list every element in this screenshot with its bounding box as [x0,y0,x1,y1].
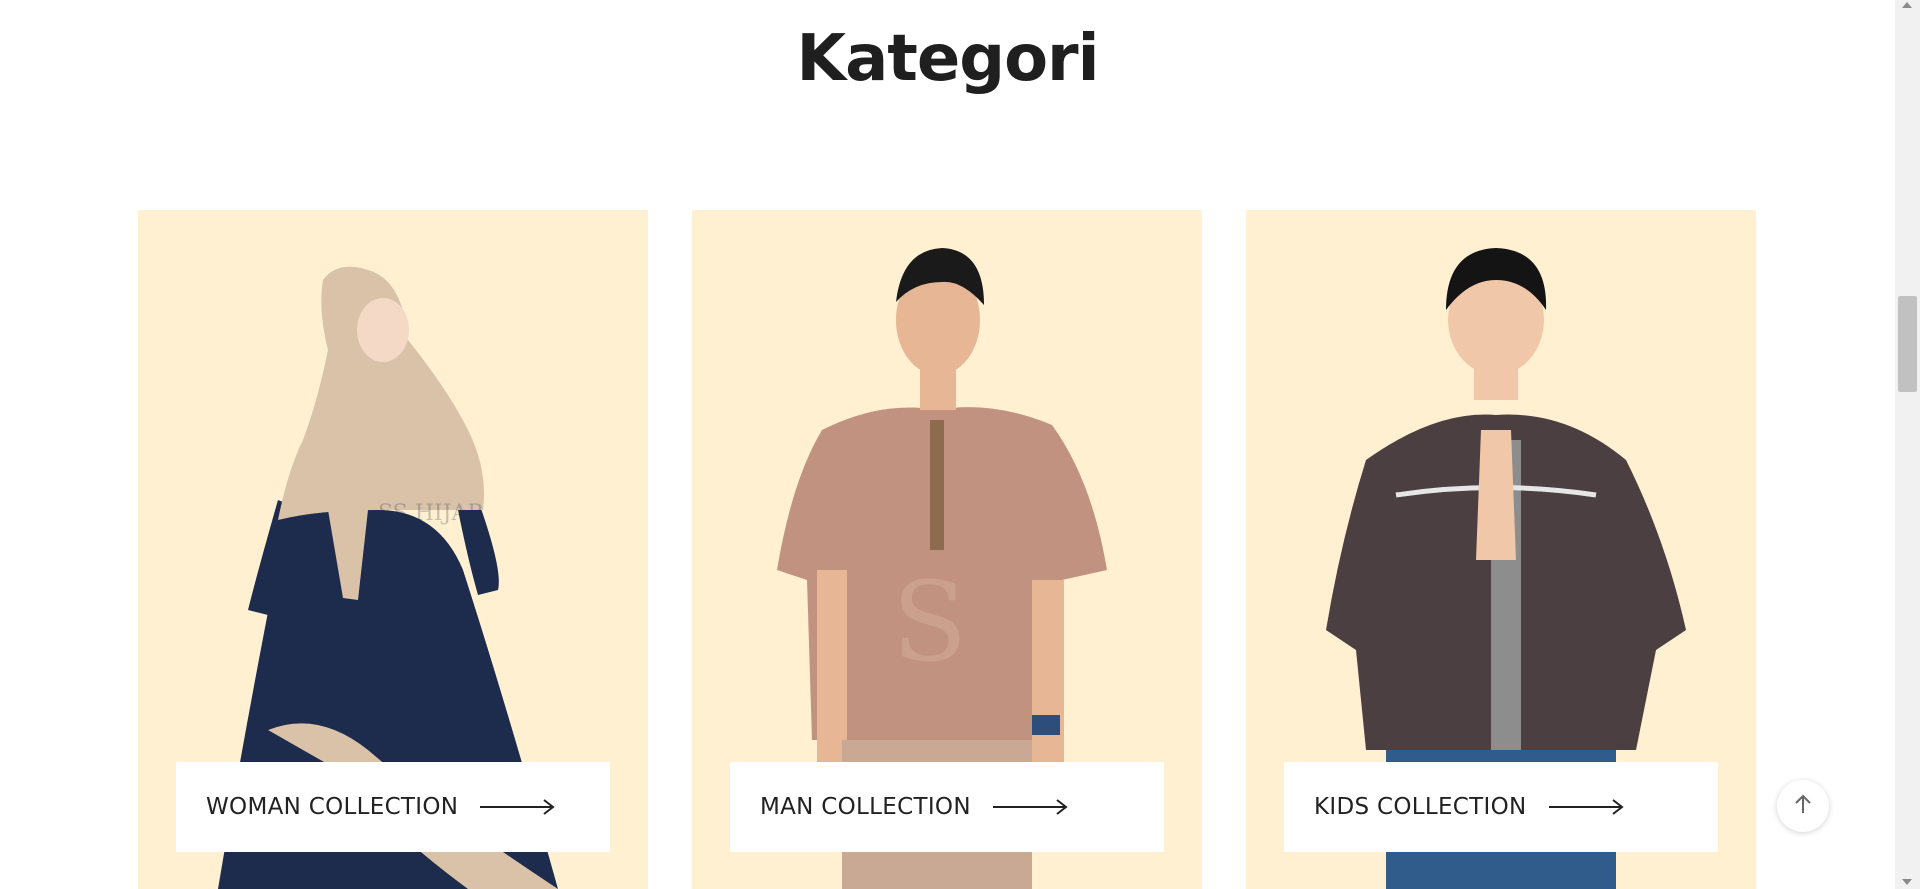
section-title: Kategori [796,22,1099,96]
page: Kategori SS HIJAB WOMAN COLLECTION S MAN… [0,0,1895,889]
vertical-scrollbar[interactable] [1895,0,1920,889]
woman-collection-label: WOMAN COLLECTION [206,794,459,820]
back-to-top-button[interactable] [1777,780,1829,832]
svg-text:SS HIJAB: SS HIJAB [378,501,484,526]
arrow-right-icon [1548,797,1625,817]
category-card-man[interactable]: S MAN COLLECTION [692,210,1202,889]
arrow-up-icon [1794,794,1812,819]
man-collection-label: MAN COLLECTION [760,794,971,820]
category-card-kids[interactable]: KIDS COLLECTION [1246,210,1756,889]
scroll-down-icon[interactable] [1902,879,1912,885]
scroll-up-icon[interactable] [1902,2,1912,8]
svg-text:S: S [892,558,967,686]
scrollbar-thumb[interactable] [1898,296,1917,392]
category-card-woman[interactable]: SS HIJAB WOMAN COLLECTION [138,210,648,889]
arrow-right-icon [992,797,1069,817]
woman-collection-button[interactable]: WOMAN COLLECTION [176,762,610,852]
man-collection-button[interactable]: MAN COLLECTION [730,762,1164,852]
kids-collection-button[interactable]: KIDS COLLECTION [1284,762,1718,852]
kids-collection-label: KIDS COLLECTION [1314,794,1527,820]
arrow-right-icon [480,797,556,817]
